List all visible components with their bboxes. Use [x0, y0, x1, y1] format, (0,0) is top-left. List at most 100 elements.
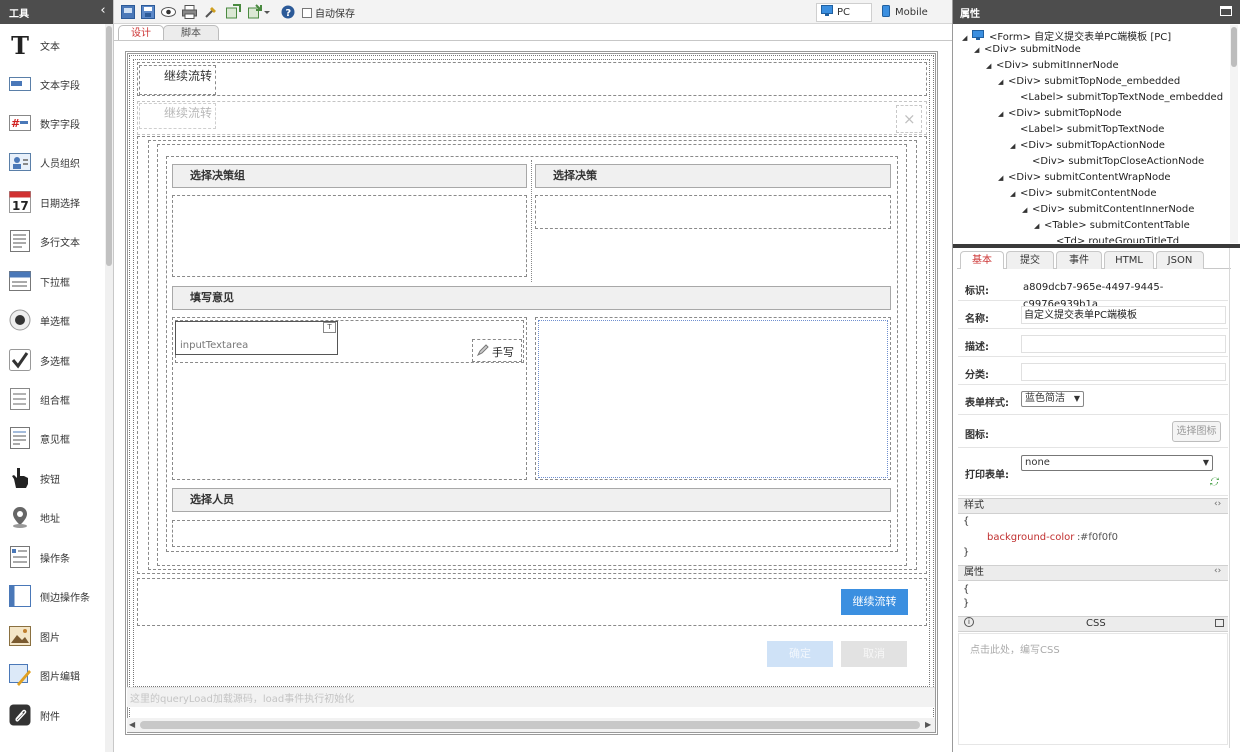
tools-scroll-thumb[interactable] [106, 26, 112, 266]
autosave-toggle[interactable]: 自动保存 [302, 5, 355, 20]
restore-icon[interactable] [1215, 619, 1224, 627]
tree-node[interactable]: ◢ <Div> submitTopActionNode [1010, 140, 1165, 151]
submit-action-node[interactable] [137, 578, 927, 626]
help-icon[interactable]: ? [280, 4, 295, 19]
tool-date[interactable]: 17 日期选择 [0, 183, 105, 221]
submit-top-node[interactable] [137, 101, 927, 135]
expand-icon[interactable]: ◢ [962, 34, 972, 42]
expand-icon[interactable]: ◢ [986, 62, 996, 70]
continue-button[interactable]: 继续流转 [841, 589, 908, 615]
tool-opinion[interactable]: 意见框 [0, 419, 105, 457]
expand-icon[interactable]: ◢ [998, 174, 1008, 182]
tool-radio[interactable]: 单选框 [0, 301, 105, 339]
expand-icon[interactable]: ◢ [998, 78, 1008, 86]
view-mobile-label: Mobile [895, 7, 928, 18]
style-select[interactable]: 蓝色简洁 ▼ [1021, 391, 1084, 407]
tree-node[interactable]: <Div> submitTopCloseActionNode [1022, 156, 1204, 167]
ptab-basic[interactable]: 基本 [960, 251, 1004, 269]
choose-icon-button[interactable]: 选择图标 [1172, 421, 1221, 442]
tool-image-edit[interactable]: 图片编辑 [0, 656, 105, 694]
properties-header [953, 0, 1240, 24]
ptab-event[interactable]: 事件 [1056, 251, 1102, 269]
tree-node[interactable]: ◢ <Div> submitContentWrapNode [998, 172, 1171, 183]
expand-icon[interactable]: ◢ [1010, 190, 1020, 198]
tree-node[interactable]: ◢ <Div> submitContentNode [1010, 188, 1157, 199]
print-icon[interactable] [182, 4, 197, 19]
name-input[interactable]: 自定义提交表单PC端模板 [1021, 306, 1226, 324]
expand-icon[interactable]: ◢ [1022, 206, 1032, 214]
attr-section-bar[interactable]: 属性 [958, 565, 1228, 581]
save-icon[interactable] [140, 4, 155, 19]
tool-textarea[interactable]: 多行文本 [0, 222, 105, 260]
tool-attachment[interactable]: 附件 [0, 696, 105, 734]
tools-panel: 工具 ‹ T 文本 文本字段 # 数字字段 人员组织 17 日期选择 多行文本 … [0, 0, 114, 752]
autosave-checkbox[interactable] [302, 7, 312, 18]
canvas-hscroll-thumb[interactable] [140, 721, 920, 729]
close-icon[interactable]: × [903, 110, 916, 128]
tools-icon[interactable] [203, 4, 218, 19]
tool-image[interactable]: 图片 [0, 617, 105, 655]
text-type-icon: T [323, 322, 336, 333]
desc-input[interactable] [1021, 335, 1226, 353]
minimize-icon[interactable] [1220, 6, 1232, 16]
code-icon[interactable]: ‹› [1214, 566, 1221, 576]
tree-node[interactable]: ◢ <Table> submitContentTable [1034, 220, 1190, 231]
new-icon[interactable] [120, 4, 135, 19]
tool-address[interactable]: 地址 [0, 498, 105, 536]
tool-textfield[interactable]: 文本字段 [0, 65, 105, 103]
scroll-left-icon[interactable]: ◀ [129, 720, 135, 729]
export-icon[interactable] [226, 4, 241, 19]
tree-node[interactable]: <Label> submitTopTextNode [1010, 124, 1164, 135]
tree-scroll-thumb[interactable] [1231, 27, 1237, 67]
tool-text[interactable]: T 文本 [0, 26, 105, 64]
tool-label: 地址 [40, 513, 60, 525]
scroll-right-icon[interactable]: ▶ [925, 720, 931, 729]
cancel-button[interactable]: 取消 [841, 641, 907, 667]
tree-node[interactable]: <Td> routeGroupTitleTd [1046, 236, 1179, 243]
top-title-faded: 继续流转 [164, 106, 213, 120]
decision-area[interactable] [535, 195, 891, 229]
tree-node[interactable]: ◢ <Div> submitTopNode [998, 108, 1122, 119]
tool-number[interactable]: # 数字字段 [0, 104, 105, 142]
style-section-bar[interactable]: 样式 [958, 498, 1228, 514]
refresh-icon[interactable] [1209, 476, 1220, 490]
ptab-submit[interactable]: 提交 [1006, 251, 1054, 269]
tool-select[interactable]: 下拉框 [0, 262, 105, 300]
submit-top-node-embedded[interactable] [137, 62, 927, 96]
code-icon[interactable]: ‹› [1214, 499, 1221, 509]
import-icon[interactable] [248, 4, 270, 19]
expand-icon[interactable]: ◢ [1034, 222, 1044, 230]
category-input[interactable] [1021, 363, 1226, 381]
opinion-side-inner[interactable] [538, 320, 888, 478]
tree-node[interactable]: ◢ <Div> submitContentInnerNode [1022, 204, 1194, 215]
collapse-icon[interactable]: ‹ [96, 2, 110, 20]
tree-node[interactable]: <Label> submitTopTextNode_embedded [1010, 92, 1223, 103]
expand-icon[interactable]: ◢ [998, 110, 1008, 118]
view-mobile-button[interactable]: Mobile [878, 3, 938, 22]
view-pc-button[interactable]: PC [816, 3, 872, 22]
expand-icon[interactable]: ◢ [974, 46, 984, 54]
tree-node[interactable]: ◢ <Div> submitTopNode_embedded [998, 76, 1180, 87]
tree-node-label: <Td> routeGroupTitleTd [1056, 236, 1180, 243]
print-select[interactable]: none ▼ [1021, 455, 1213, 471]
tree-node[interactable]: ◢ <Form> 自定义提交表单PC端模板 [PC] [962, 28, 1171, 43]
combobox-icon [8, 387, 32, 411]
tool-button[interactable]: 按钮 [0, 459, 105, 497]
decision-group-area[interactable] [172, 195, 527, 277]
tab-script[interactable]: 脚本 [163, 25, 219, 41]
person-area[interactable] [172, 520, 891, 547]
ptab-html[interactable]: HTML [1104, 251, 1154, 269]
tool-checkbox[interactable]: 多选框 [0, 341, 105, 379]
tool-actionbar[interactable]: 操作条 [0, 538, 105, 576]
confirm-button[interactable]: 确定 [767, 641, 833, 667]
tool-side-actionbar[interactable]: 侧边操作条 [0, 577, 105, 615]
ptab-json[interactable]: JSON [1156, 251, 1204, 269]
tool-combobox[interactable]: 组合框 [0, 380, 105, 418]
tab-design[interactable]: 设计 [118, 25, 164, 41]
tree-node[interactable]: ◢ <Div> submitNode [974, 44, 1081, 55]
expand-icon[interactable]: ◢ [1010, 142, 1020, 150]
tree-node[interactable]: ◢ <Div> submitInnerNode [986, 60, 1119, 71]
tool-org[interactable]: 人员组织 [0, 143, 105, 181]
tool-label: 日期选择 [40, 198, 80, 210]
preview-icon[interactable] [161, 4, 176, 19]
